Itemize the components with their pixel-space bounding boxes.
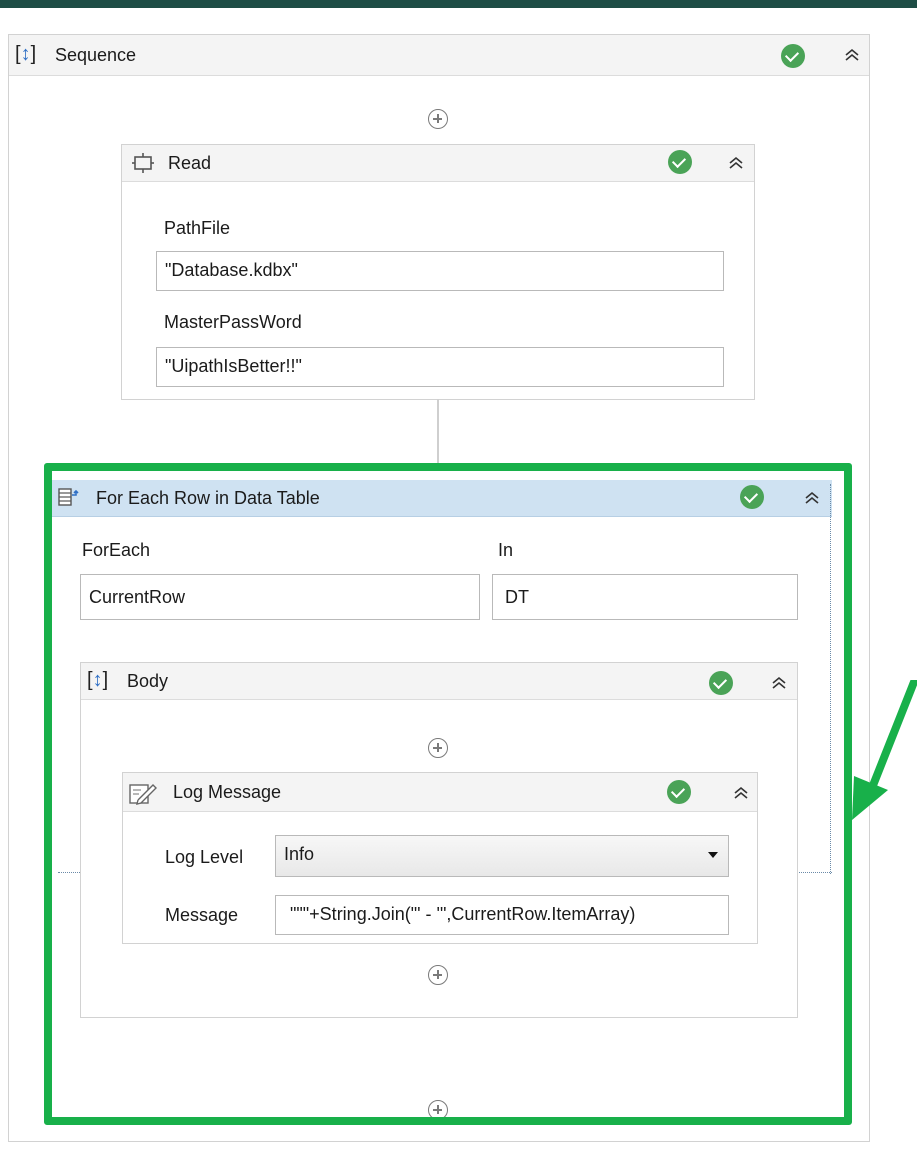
read-icon <box>132 153 154 173</box>
add-activity-icon[interactable] <box>428 109 448 129</box>
collapse-icon[interactable] <box>728 155 744 171</box>
sequence-header[interactable]: [↕] Sequence <box>9 35 869 76</box>
arrow-icon <box>852 680 917 820</box>
read-activity[interactable]: Read PathFile "Database.kdbx" MasterPass… <box>121 144 755 400</box>
connector-line <box>437 399 439 463</box>
masterpassword-input[interactable]: "UipathIsBetter!!" <box>156 347 724 387</box>
check-icon <box>668 150 692 174</box>
pathfile-label: PathFile <box>164 218 231 238</box>
read-header[interactable]: Read <box>122 145 754 182</box>
collapse-icon[interactable] <box>844 47 860 63</box>
read-title: Read <box>168 153 212 173</box>
check-icon <box>781 44 805 68</box>
highlight-frame <box>44 463 852 1125</box>
sequence-icon: [↕] <box>15 43 37 65</box>
top-bar <box>0 0 917 8</box>
pathfile-input[interactable]: "Database.kdbx" <box>156 251 724 291</box>
masterpassword-label: MasterPassWord <box>164 312 302 332</box>
sequence-title: Sequence <box>55 45 137 65</box>
